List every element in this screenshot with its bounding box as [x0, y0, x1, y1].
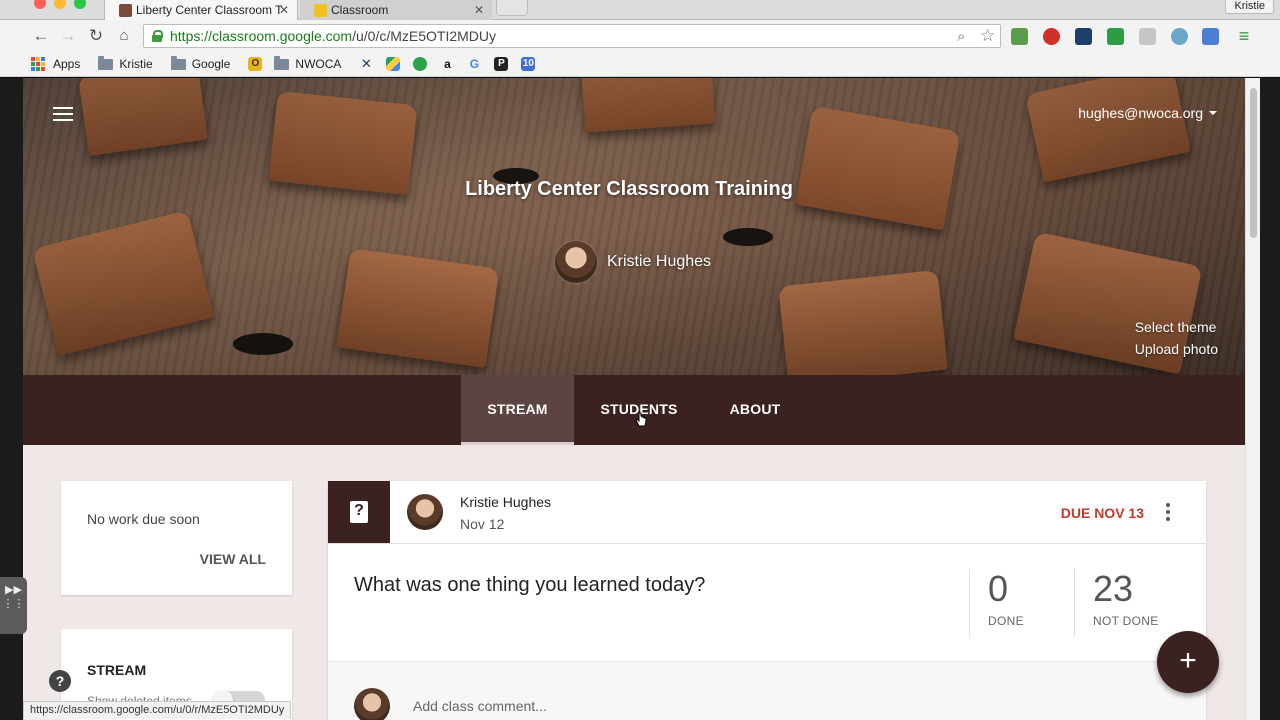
extension-reader-icon[interactable] [1139, 28, 1156, 45]
banner-shade [23, 78, 1245, 375]
x-bookmark-icon[interactable]: ✕ [359, 57, 374, 71]
browser-tab-title: Classroom [331, 3, 389, 17]
extension-adblock-icon[interactable] [1043, 28, 1060, 45]
scrollbar-thumb[interactable] [1250, 88, 1257, 238]
post-date: Nov 12 [460, 516, 505, 532]
side-panel-handle[interactable]: ▶▶ ⋮⋮ [0, 577, 27, 634]
tab-stream[interactable]: STREAM [461, 375, 574, 445]
browser-tab-active[interactable]: Liberty Center Classroom T ✕ [104, 0, 298, 20]
close-window-button[interactable] [34, 0, 46, 9]
classroom-favicon-icon [314, 3, 327, 17]
not-done-stat[interactable]: 23 NOT DONE [1074, 569, 1206, 637]
new-tab-button[interactable] [496, 0, 528, 16]
not-done-label: NOT DONE [1093, 614, 1159, 628]
more-options-icon[interactable] [1166, 503, 1170, 521]
comment-row: Add class comment... [328, 661, 1206, 720]
close-tab-icon[interactable]: ✕ [279, 3, 289, 17]
close-tab-icon[interactable]: ✕ [474, 3, 484, 17]
upcoming-work-card: No work due soon VIEW ALL [61, 481, 292, 595]
extension-screencast-icon[interactable] [1075, 28, 1092, 45]
bookmark-nwoca[interactable]: NWOCA [274, 55, 341, 71]
no-work-message: No work due soon [87, 511, 200, 527]
folder-icon [98, 55, 114, 70]
home-icon[interactable]: ⌂ [114, 26, 134, 46]
link-status-bar: https://classroom.google.com/u/0/r/MzE5O… [23, 701, 292, 719]
not-done-count: 23 [1093, 568, 1134, 609]
classroom-page: hughes@nwoca.org Liberty Center Classroo… [23, 78, 1245, 720]
extension-evernote-icon[interactable] [1011, 28, 1028, 45]
divider [328, 543, 1206, 544]
extension-classroom-icon[interactable] [1107, 28, 1124, 45]
calendar-icon[interactable]: 10 [521, 57, 536, 71]
tab-about[interactable]: ABOUT [713, 375, 797, 445]
forward-icon[interactable]: → [58, 26, 78, 46]
commenter-avatar [354, 688, 390, 720]
question-post-card: ? Kristie Hughes Nov 12 DUE NOV 13 What … [328, 481, 1206, 720]
classroom-favicon-icon [119, 3, 132, 17]
bookmark-kristie[interactable]: Kristie [98, 55, 153, 71]
google-drive-icon[interactable] [386, 57, 401, 71]
done-label: DONE [988, 614, 1024, 628]
browser-tab[interactable]: Classroom ✕ [300, 0, 492, 20]
caret-down-icon [1209, 111, 1217, 115]
theme-options: Select theme Upload photo [1135, 316, 1218, 360]
select-theme-link[interactable]: Select theme [1135, 316, 1218, 338]
chrome-menu-icon[interactable]: ≡ [1234, 26, 1254, 46]
bookmark-google[interactable]: Google [170, 55, 230, 71]
outlook-icon[interactable]: O [248, 57, 263, 71]
view-all-button[interactable]: VIEW ALL [200, 551, 266, 567]
browser-toolbar: ← → ↻ ⌂ https://classroom.google.com/u/0… [0, 20, 1280, 52]
create-post-button[interactable]: + [1157, 631, 1219, 693]
apps-grid-icon [31, 57, 45, 71]
teacher-name: Kristie Hughes [607, 253, 712, 270]
teacher-info: Kristie Hughes [554, 240, 711, 284]
zoom-window-button[interactable] [74, 0, 86, 9]
chrome-webstore-icon[interactable] [413, 57, 428, 71]
account-switcher[interactable]: hughes@nwoca.org [1078, 105, 1217, 121]
done-count: 0 [988, 568, 1009, 609]
reload-icon[interactable]: ↻ [86, 26, 106, 46]
bookmark-apps[interactable]: Apps [31, 57, 80, 71]
post-author: Kristie Hughes [460, 494, 552, 510]
question-icon: ? [350, 501, 368, 523]
address-url: https://classroom.google.com/u/0/c/MzE5O… [170, 28, 497, 44]
hand-cursor-icon [635, 412, 647, 427]
browser-tab-title: Liberty Center Classroom T [136, 3, 283, 17]
upload-photo-link[interactable]: Upload photo [1135, 338, 1218, 360]
profile-button[interactable]: Kristie [1225, 0, 1274, 14]
back-icon[interactable]: ← [31, 26, 51, 46]
author-avatar [407, 494, 443, 530]
class-title: Liberty Center Classroom Training [465, 178, 793, 200]
extension-announce-icon[interactable] [1202, 28, 1219, 45]
desktop-background [1260, 78, 1280, 720]
done-stat[interactable]: 0 DONE [969, 569, 1074, 637]
google-icon[interactable]: G [467, 57, 482, 71]
amazon-icon[interactable]: a [440, 57, 455, 71]
stream-settings-title: STREAM [87, 662, 147, 678]
teacher-avatar [554, 240, 598, 284]
lock-icon [152, 30, 163, 42]
tab-students[interactable]: STUDENTS [586, 375, 692, 445]
minimize-window-button[interactable] [54, 0, 66, 9]
folder-icon [170, 55, 186, 70]
question-text[interactable]: What was one thing you learned today? [354, 574, 705, 597]
bookmark-star-icon[interactable]: ☆ [980, 26, 995, 46]
zoom-search-icon[interactable]: ⌕ [957, 28, 965, 45]
class-header-banner: hughes@nwoca.org Liberty Center Classroo… [23, 78, 1245, 375]
extension-owl-icon[interactable] [1171, 28, 1188, 45]
class-tabs: STREAM STUDENTS ABOUT [23, 375, 1245, 445]
post-type-badge: ? [328, 481, 390, 543]
address-bar[interactable]: https://classroom.google.com/u/0/c/MzE5O… [143, 24, 1001, 48]
browser-tab-bar: Liberty Center Classroom T ✕ Classroom ✕… [0, 0, 1280, 20]
class-comment-input[interactable]: Add class comment... [413, 698, 547, 714]
folder-icon [274, 55, 290, 70]
main-menu-icon[interactable] [53, 107, 73, 121]
help-icon[interactable]: ? [49, 670, 71, 692]
due-date: DUE NOV 13 [1060, 505, 1144, 521]
pinterest-icon[interactable]: P [494, 57, 509, 71]
bookmarks-bar: Apps Kristie Google O NWOCA ✕ a G P 10 [0, 52, 1280, 77]
page-scrollbar[interactable] [1245, 78, 1260, 720]
